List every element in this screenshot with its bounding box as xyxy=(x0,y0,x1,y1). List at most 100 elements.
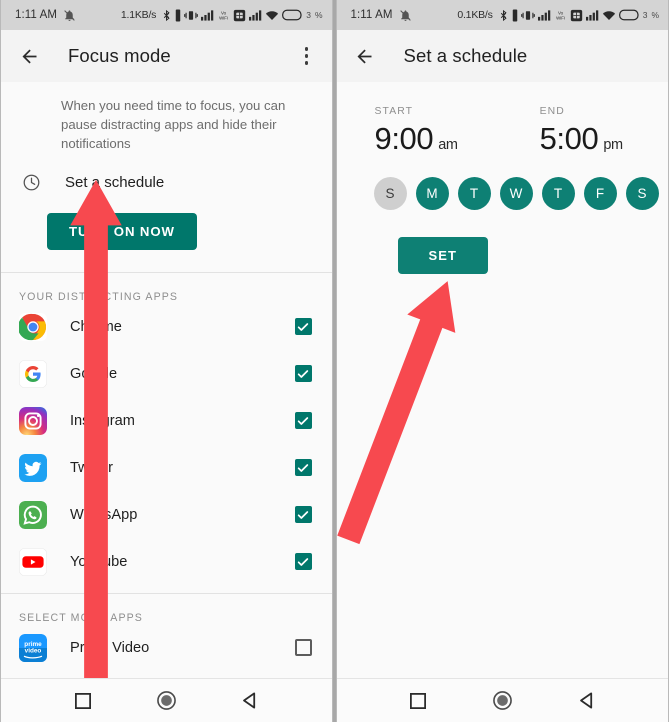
back-arrow-icon[interactable] xyxy=(17,44,41,68)
instagram-icon xyxy=(19,406,47,435)
vibrate-icon xyxy=(175,9,181,22)
status-bar-icons: 1.1KB/s Vo WiFi 3 % xyxy=(121,9,323,22)
wifi-icon xyxy=(602,9,616,21)
bluetooth-icon xyxy=(161,9,172,22)
svg-text:video: video xyxy=(25,647,42,654)
back-triangle-icon[interactable] xyxy=(233,684,267,718)
set-button-container: SET xyxy=(337,210,669,274)
set-button[interactable]: SET xyxy=(397,237,489,274)
twitter-icon xyxy=(19,453,47,482)
app-row-twitter[interactable]: Twitter xyxy=(1,444,332,491)
vowifi-icon: Vo WiFi xyxy=(217,9,230,22)
svg-text:WiFi: WiFi xyxy=(556,15,565,20)
app-checkbox-whatsapp[interactable] xyxy=(294,506,312,523)
sim-card-icon xyxy=(570,9,583,22)
battery-percent: 3 xyxy=(306,10,311,20)
signal-bars-icon xyxy=(537,9,551,21)
dual-screenshot-container: 1:11 AM 1.1KB/s Vo WiFi 3 % Focus mode W… xyxy=(0,0,669,722)
navigation-bar xyxy=(336,678,668,722)
more-vertical-icon[interactable] xyxy=(294,41,320,71)
checkbox-checked xyxy=(294,318,312,335)
start-time-value: 9:00 am xyxy=(375,121,459,157)
end-time-value: 5:00 pm xyxy=(540,121,624,157)
start-time-block[interactable]: START 9:00 am xyxy=(337,106,459,157)
recents-square-icon[interactable] xyxy=(401,684,435,718)
section-header-select-more-apps: SELECT MORE APPS xyxy=(19,612,143,624)
app-row-google[interactable]: Google xyxy=(1,350,332,397)
home-circle-icon[interactable] xyxy=(485,684,519,718)
back-arrow-icon[interactable] xyxy=(353,44,377,68)
app-row-youtube[interactable]: YouTube xyxy=(1,538,332,585)
status-bar-time: 1:11 AM xyxy=(350,9,393,21)
checkbox-checked xyxy=(294,459,312,476)
vibrate-mode-icon xyxy=(520,9,535,22)
day-toggle-saturday[interactable]: S xyxy=(625,177,659,210)
battery-icon xyxy=(618,9,639,21)
turn-on-now-button[interactable]: TURN ON NOW xyxy=(47,213,197,250)
day-toggle-friday[interactable]: F xyxy=(583,177,617,210)
app-row-whatsapp[interactable]: WhatsApp xyxy=(1,491,332,538)
app-row-instagram[interactable]: Instagram xyxy=(1,397,332,444)
app-name: Google xyxy=(70,365,118,382)
app-name: Chrome xyxy=(70,318,122,335)
network-speed: 1.1KB/s xyxy=(120,9,157,21)
svg-text:WiFi: WiFi xyxy=(219,15,228,20)
network-speed: 0.1KB/s xyxy=(457,9,493,21)
mute-bell-icon xyxy=(399,9,412,22)
app-checkbox-prime-video[interactable] xyxy=(294,639,312,656)
day-toggle-sunday[interactable]: S xyxy=(373,177,407,210)
navigation-bar xyxy=(1,678,332,722)
sim-card-icon xyxy=(233,9,246,22)
status-bar-time: 1:11 AM xyxy=(15,9,58,21)
app-bar: Focus mode xyxy=(1,30,332,82)
day-toggle-thursday[interactable]: T xyxy=(541,177,575,210)
mute-bell-icon xyxy=(63,9,76,22)
prime-video-icon: prime video xyxy=(19,633,47,662)
app-bar: Set a schedule xyxy=(336,30,668,82)
day-toggle-tuesday[interactable]: T xyxy=(457,177,491,210)
app-name: Twitter xyxy=(70,459,113,476)
left-phone-screen: 1:11 AM 1.1KB/s Vo WiFi 3 % Focus mode W… xyxy=(0,0,333,722)
app-name: WhatsApp xyxy=(70,506,138,523)
back-triangle-icon[interactable] xyxy=(569,684,603,718)
app-row-chrome[interactable]: Chrome xyxy=(1,303,332,350)
status-bar: 1:11 AM 1.1KB/s Vo WiFi 3 % xyxy=(1,0,332,30)
app-checkbox-google[interactable] xyxy=(294,365,312,382)
recents-square-icon[interactable] xyxy=(66,684,100,718)
focus-mode-description: When you need time to focus, you can pau… xyxy=(61,98,286,151)
vowifi-icon: Vo WiFi xyxy=(554,9,567,22)
home-circle-icon[interactable] xyxy=(149,684,183,718)
battery-percent-symbol: % xyxy=(314,10,323,20)
end-caption: END xyxy=(539,106,565,117)
google-icon xyxy=(19,359,47,388)
end-time-block[interactable]: END 5:00 pm xyxy=(458,106,624,157)
app-checkbox-twitter[interactable] xyxy=(294,459,312,476)
end-time-ampm: pm xyxy=(603,137,623,153)
app-checkbox-chrome[interactable] xyxy=(294,318,312,335)
page-title: Focus mode xyxy=(68,45,171,66)
set-a-schedule-row[interactable]: Set a schedule xyxy=(1,153,332,194)
battery-percent-symbol: % xyxy=(651,10,659,20)
app-name: Instagram xyxy=(70,412,135,429)
checkbox-unchecked xyxy=(294,639,312,656)
bluetooth-icon xyxy=(498,9,509,22)
svg-text:Vo: Vo xyxy=(558,10,564,15)
app-name: YouTube xyxy=(70,553,128,570)
app-row-prime-video[interactable]: prime video Prime Video xyxy=(1,624,332,671)
vibrate-mode-icon xyxy=(184,9,199,22)
day-toggle-wednesday[interactable]: W xyxy=(499,177,533,210)
wifi-icon xyxy=(265,9,279,21)
time-range-row: START 9:00 am END 5:00 pm xyxy=(337,82,669,157)
signal-bars-2-icon xyxy=(249,9,262,21)
status-bar: 1:11 AM 0.1KB/s Vo WiFi 3 % xyxy=(336,0,668,30)
checkbox-checked xyxy=(294,412,312,429)
checkbox-checked xyxy=(294,553,312,570)
app-checkbox-youtube[interactable] xyxy=(294,553,312,570)
checkbox-checked xyxy=(294,506,312,523)
signal-bars-2-icon xyxy=(585,9,599,21)
battery-icon xyxy=(282,9,302,21)
day-toggle-monday[interactable]: M xyxy=(415,177,449,210)
app-checkbox-instagram[interactable] xyxy=(294,412,312,429)
svg-text:Vo: Vo xyxy=(221,10,227,15)
right-phone-screen: 1:11 AM 0.1KB/s Vo WiFi 3 % Set a schedu… xyxy=(335,0,669,722)
